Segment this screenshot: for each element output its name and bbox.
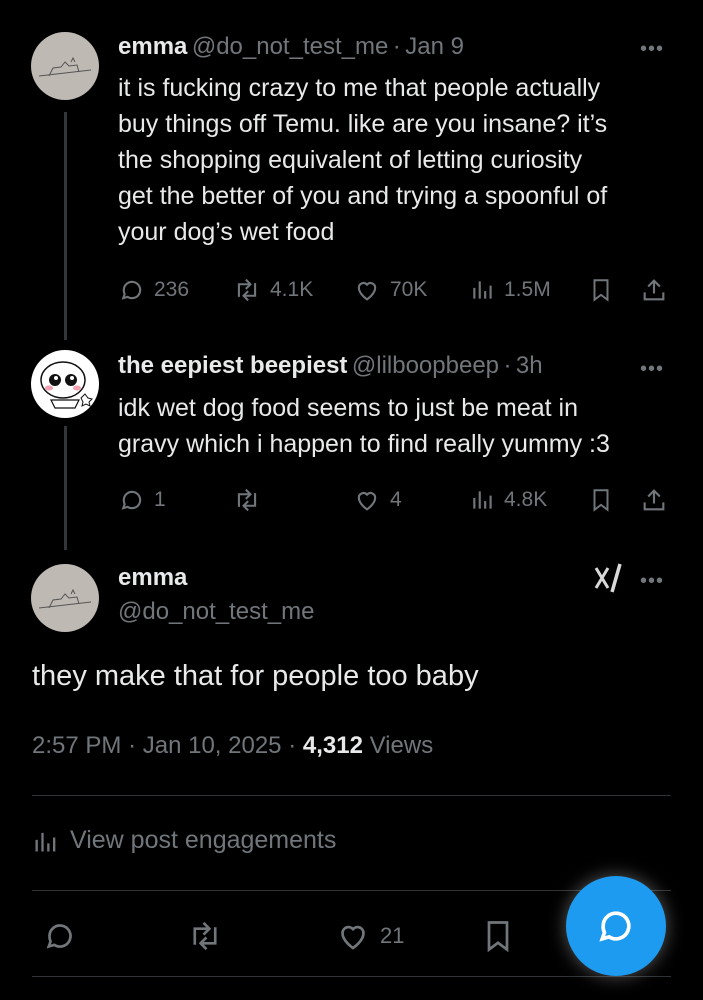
more-options-button[interactable]: ••• bbox=[640, 358, 664, 381]
like-button[interactable]: 4 bbox=[352, 486, 402, 514]
thread-connector bbox=[64, 112, 67, 340]
text-line: it is fucking crazy to me that people ac… bbox=[118, 74, 601, 102]
reply-count: 1 bbox=[154, 488, 166, 511]
bookmark-button[interactable] bbox=[588, 276, 614, 304]
reply-button[interactable] bbox=[42, 918, 78, 959]
reply-icon bbox=[46, 924, 72, 949]
like-count: 21 bbox=[380, 923, 405, 948]
views-button[interactable]: 1.5M bbox=[470, 276, 551, 304]
separator-dot: · bbox=[392, 33, 401, 60]
bookmark-icon bbox=[593, 489, 609, 512]
tweet-header: emma @do_not_test_me · Jan 9 bbox=[118, 33, 464, 61]
more-options-button[interactable]: ••• bbox=[640, 38, 664, 61]
tweet-header: the eepiest beepiest @lilboopbeep · 3h bbox=[118, 352, 543, 380]
like-count: 70K bbox=[390, 278, 428, 301]
like-count: 4 bbox=[390, 488, 402, 511]
avatar[interactable] bbox=[31, 32, 99, 100]
reply-button[interactable]: 236 bbox=[118, 276, 189, 304]
text-line: get the better of you and trying a spoon… bbox=[118, 182, 608, 210]
view-engagements-link[interactable]: View post engagements bbox=[32, 826, 336, 855]
avatar[interactable] bbox=[31, 564, 99, 632]
repost-icon bbox=[237, 488, 257, 512]
post-meta: 2:57 PM · Jan 10, 2025 · 4,312 Views bbox=[32, 732, 433, 760]
views-count: 4,312 bbox=[302, 732, 363, 759]
text-line: the shopping equivalent of letting curio… bbox=[118, 146, 583, 174]
tweet-text: it is fucking crazy to me that people ac… bbox=[118, 70, 688, 250]
reply-icon bbox=[121, 490, 142, 510]
like-icon bbox=[341, 925, 365, 950]
engagements-icon bbox=[35, 832, 56, 851]
author-handle[interactable]: @do_not_test_me bbox=[118, 598, 315, 626]
bookmark-icon bbox=[487, 921, 509, 953]
timestamp[interactable]: 3h bbox=[516, 352, 543, 379]
avatar-sketch-icon bbox=[38, 56, 92, 77]
repost-count: 4.1K bbox=[270, 278, 314, 301]
views-icon bbox=[473, 491, 492, 509]
repost-button[interactable] bbox=[232, 486, 270, 514]
share-button[interactable] bbox=[640, 276, 668, 304]
avatar-sketch-icon bbox=[38, 588, 92, 609]
reply-button[interactable]: 1 bbox=[118, 486, 166, 514]
like-icon bbox=[357, 492, 377, 511]
author-handle[interactable]: @do_not_test_me bbox=[192, 33, 389, 60]
views-count: 1.5M bbox=[504, 278, 551, 301]
like-button[interactable]: 21 bbox=[334, 918, 404, 954]
tweet-text: idk wet dog food seems to just be meat i… bbox=[118, 390, 688, 462]
share-icon bbox=[643, 489, 665, 511]
bookmark-button[interactable] bbox=[588, 486, 614, 514]
timestamp[interactable]: Jan 9 bbox=[405, 33, 464, 60]
divider bbox=[32, 976, 671, 977]
engagements-label: View post engagements bbox=[70, 826, 337, 854]
thread-connector bbox=[64, 426, 67, 550]
bookmark-button[interactable] bbox=[480, 918, 516, 959]
post-date[interactable]: Jan 10, 2025 bbox=[143, 732, 282, 759]
text-line: gravy which i happen to find really yumm… bbox=[118, 430, 610, 458]
separator-dot: · bbox=[288, 732, 297, 759]
views-label: Views bbox=[369, 732, 434, 759]
text-line: your dog’s wet food bbox=[118, 218, 335, 246]
grok-button[interactable] bbox=[592, 562, 626, 594]
more-options-button[interactable]: ••• bbox=[640, 570, 664, 593]
separator-dot: · bbox=[503, 352, 512, 379]
author-name[interactable]: emma bbox=[118, 564, 187, 592]
like-icon bbox=[357, 282, 377, 301]
separator-dot: · bbox=[128, 732, 137, 759]
views-icon bbox=[473, 281, 492, 299]
reply-count: 236 bbox=[154, 278, 190, 301]
compose-reply-icon bbox=[599, 911, 631, 942]
divider bbox=[32, 890, 671, 891]
grok-icon bbox=[594, 563, 622, 593]
author-name[interactable]: the eepiest beepiest bbox=[118, 352, 347, 379]
repost-button[interactable]: 4.1K bbox=[232, 276, 313, 304]
author-name[interactable]: emma bbox=[118, 33, 187, 60]
repost-button[interactable] bbox=[186, 918, 224, 959]
share-icon bbox=[643, 279, 665, 301]
post-time[interactable]: 2:57 PM bbox=[32, 732, 121, 759]
avatar[interactable] bbox=[31, 350, 99, 418]
divider bbox=[32, 795, 671, 796]
repost-icon bbox=[193, 921, 217, 951]
action-bar: 1 4 4.8K bbox=[118, 486, 678, 516]
text-line: buy things off Temu. like are you insane… bbox=[118, 110, 608, 138]
like-button[interactable]: 70K bbox=[352, 276, 427, 304]
author-handle[interactable]: @lilboopbeep bbox=[352, 352, 499, 379]
share-button[interactable] bbox=[640, 486, 668, 514]
avatar-character-icon bbox=[40, 361, 93, 409]
action-bar: 236 4.1K 70K 1.5M bbox=[118, 276, 678, 306]
views-count: 4.8K bbox=[504, 488, 548, 511]
reply-icon bbox=[121, 280, 142, 300]
text-line: idk wet dog food seems to just be meat i… bbox=[118, 394, 578, 422]
compose-reply-button[interactable] bbox=[566, 876, 666, 976]
bookmark-icon bbox=[593, 279, 609, 302]
post-text: they make that for people too baby bbox=[32, 660, 479, 692]
repost-icon bbox=[237, 278, 257, 302]
views-button[interactable]: 4.8K bbox=[470, 486, 547, 514]
